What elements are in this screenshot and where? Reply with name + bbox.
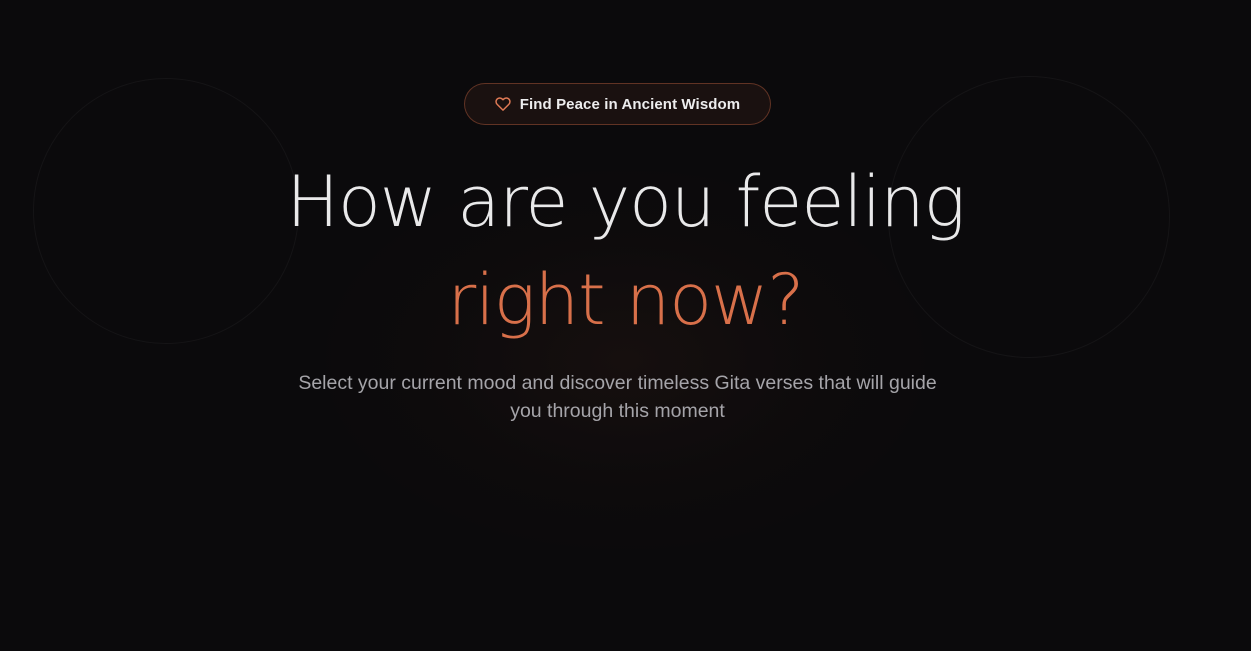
badge-label: Find Peace in Ancient Wisdom (519, 95, 741, 113)
heart-icon (495, 96, 511, 112)
hero-title-line2: right now? (447, 259, 805, 341)
tagline-badge: Find Peace in Ancient Wisdom (464, 83, 771, 125)
hero-title-line1: How are you feeling (286, 161, 965, 243)
hero-subtitle: Select your current mood and discover ti… (298, 372, 937, 422)
